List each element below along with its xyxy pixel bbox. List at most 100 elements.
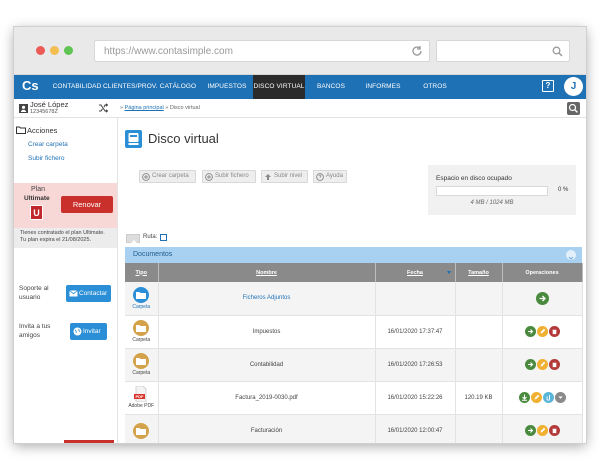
- up-arrow-button[interactable]: [126, 234, 140, 246]
- close-window-button[interactable]: [36, 46, 45, 55]
- documents-table: Tipo Nombre Fecha Tamaño Operaciones Car…: [125, 263, 583, 443]
- table-row[interactable]: Carpeta Ficheros Adjuntos: [125, 282, 583, 316]
- delete-button[interactable]: [548, 425, 560, 436]
- table-row[interactable]: Carpeta Impuestos 16/01/2020 17:37:47: [125, 315, 583, 349]
- nav-bancos[interactable]: BANCOS: [305, 75, 357, 99]
- nav-clientes[interactable]: CLIENTES/PROV.: [103, 75, 158, 99]
- pencil-icon: [530, 392, 542, 403]
- help-toolbar-button[interactable]: Ayuda: [313, 170, 347, 183]
- nav-otros[interactable]: OTROS: [409, 75, 461, 99]
- up-level-button[interactable]: Subir nivel: [261, 170, 308, 183]
- virtual-disk-icon: [125, 130, 142, 148]
- file-name[interactable]: Factura_2019-0030.pdf: [158, 381, 376, 415]
- edit-button[interactable]: [530, 392, 542, 403]
- arrow-right-icon: [535, 291, 549, 305]
- type-label: Carpeta: [132, 337, 151, 343]
- attach-icon: [542, 392, 554, 403]
- nav-impuestos[interactable]: IMPUESTOS: [201, 75, 253, 99]
- accounting-link-button[interactable]: [542, 392, 554, 403]
- documents-title: Documentos: [133, 251, 173, 258]
- pencil-icon: [536, 359, 548, 370]
- pencil-icon: [536, 425, 548, 436]
- col-header-type[interactable]: Tipo: [125, 263, 159, 282]
- contact-button-label: Contactar: [79, 290, 108, 297]
- home-icon[interactable]: [160, 234, 167, 241]
- disk-usage-size: 4 MB / 1024 MB: [470, 200, 514, 206]
- table-row[interactable]: PDF Adobe PDF Factura_2019-0030.pdf 16/0…: [125, 381, 583, 415]
- type-cell: Carpeta: [125, 282, 159, 316]
- minimize-window-button[interactable]: [50, 46, 59, 55]
- col-header-date[interactable]: Fecha: [375, 263, 456, 282]
- folder-icon: [133, 422, 150, 439]
- nav-catalogo[interactable]: CATÁLOGO: [155, 75, 201, 99]
- search-button[interactable]: [567, 102, 580, 115]
- col-header-date-label: Fecha: [407, 269, 423, 276]
- browser-window: https://www.contasimple.com Cs CONTABILI…: [14, 27, 586, 443]
- address-bar[interactable]: https://www.contasimple.com: [94, 40, 430, 62]
- contasimple-logo[interactable]: Cs: [22, 78, 44, 96]
- operations-cell: [502, 348, 583, 382]
- file-name[interactable]: Contabilidad: [158, 348, 376, 382]
- support-text: Soporte al usuario: [19, 284, 49, 302]
- delete-button[interactable]: [548, 359, 560, 370]
- table-row[interactable]: Carpeta Contabilidad 16/01/2020 17:26:53: [125, 348, 583, 382]
- nav-informes[interactable]: INFORMES: [357, 75, 409, 99]
- main-nav: Cs CONTABILIDAD CLIENTES/PROV. CATÁLOGO …: [14, 75, 586, 99]
- create-folder-label: Crear carpeta: [152, 173, 189, 179]
- nav-disco-virtual[interactable]: DISCO VIRTUAL: [253, 75, 305, 99]
- open-button[interactable]: [524, 326, 536, 337]
- reload-icon[interactable]: [411, 45, 423, 57]
- contact-button[interactable]: Contactar: [66, 285, 111, 302]
- help-button[interactable]: ?: [542, 80, 554, 92]
- size-cell: [455, 315, 503, 349]
- more-options-button[interactable]: [554, 392, 566, 403]
- folder-icon: [133, 353, 150, 369]
- envelope-icon: [69, 290, 78, 297]
- disk-usage-bar: [436, 186, 548, 196]
- switch-company-icon[interactable]: [98, 103, 108, 113]
- invite-button[interactable]: Invitar: [70, 323, 107, 340]
- table-row[interactable]: Facturación 16/01/2020 12:00:47: [125, 414, 583, 443]
- file-name-link[interactable]: Ficheros Adjuntos: [158, 282, 376, 316]
- open-button[interactable]: [535, 291, 549, 305]
- avatar[interactable]: J: [564, 77, 583, 96]
- breadcrumb-sep: »: [165, 105, 169, 111]
- type-label: Carpeta: [132, 303, 151, 310]
- collapse-toggle-icon[interactable]: [566, 250, 576, 260]
- help-toolbar-label: Ayuda: [326, 173, 343, 179]
- edit-button[interactable]: [536, 326, 548, 337]
- col-header-size[interactable]: Tamaño: [455, 263, 503, 282]
- breadcrumb-home-link[interactable]: Página principal: [125, 105, 164, 111]
- edit-button[interactable]: [536, 425, 548, 436]
- upload-file-button[interactable]: Subir fichero: [202, 170, 256, 183]
- sidebar-upload-file-link[interactable]: Subir fichero: [28, 155, 65, 162]
- file-name[interactable]: Facturación: [158, 414, 376, 443]
- type-cell: Carpeta: [125, 348, 159, 382]
- plan-badge: U: [30, 205, 43, 220]
- browser-search-bar[interactable]: [436, 40, 570, 62]
- sidebar-create-folder-link[interactable]: Crear carpeta: [28, 141, 68, 148]
- open-button[interactable]: [524, 425, 536, 436]
- col-header-operations: Operaciones: [502, 263, 583, 282]
- address-url: https://www.contasimple.com: [104, 46, 233, 57]
- trash-icon: [548, 326, 560, 337]
- open-button[interactable]: [524, 359, 536, 370]
- type-cell: [125, 414, 159, 443]
- delete-button[interactable]: [548, 326, 560, 337]
- plus-circle-icon: [205, 173, 213, 181]
- invite-text-line: amigos: [19, 332, 40, 339]
- edit-button[interactable]: [536, 359, 548, 370]
- sidebar: Acciones Crear carpeta Subir fichero Pla…: [14, 118, 118, 443]
- download-button[interactable]: [518, 392, 530, 403]
- sidebar-bottom-badge: [64, 440, 114, 443]
- svg-text:PDF: PDF: [136, 394, 145, 399]
- create-folder-button[interactable]: Crear carpeta: [139, 170, 196, 183]
- nav-contabilidad[interactable]: CONTABILIDAD: [51, 75, 103, 99]
- renew-button[interactable]: Renovar: [61, 196, 113, 213]
- file-name[interactable]: Impuestos: [158, 315, 376, 349]
- table-header-row: Tipo Nombre Fecha Tamaño Operaciones: [125, 263, 583, 282]
- maximize-window-button[interactable]: [64, 46, 73, 55]
- col-header-name[interactable]: Nombre: [158, 263, 376, 282]
- support-text-line: Soporte al: [19, 285, 49, 292]
- date-cell: [375, 282, 456, 316]
